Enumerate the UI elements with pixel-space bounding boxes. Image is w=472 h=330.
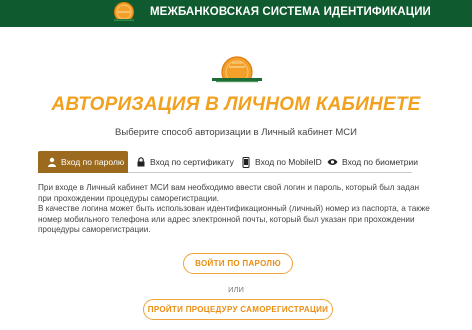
user-icon [47,157,57,168]
password-login-description: При входе в Личный кабинет МСИ вам необх… [38,183,434,236]
coin-sunrise-logo-icon [206,56,268,86]
eye-icon [327,157,338,168]
tab-mobileid-login[interactable]: Вход по MobileID [240,151,322,173]
tab-biometrics-login[interactable]: Вход по биометрии [327,151,418,173]
tab-label: Вход по сертификату [150,157,234,167]
top-header-bar: МЕЖБАНКОВСКАЯ СИСТЕМА ИДЕНТИФИКАЦИИ [0,0,472,27]
phone-icon [240,156,251,168]
tab-label: Вход по MobileID [255,157,322,167]
lock-icon [135,157,146,168]
description-paragraph: В качестве логина может быть использован… [38,204,430,235]
tab-label: Вход по биометрии [342,157,419,167]
auth-method-tabs: Вход по паролю Вход по сертификату Вход … [38,151,418,173]
coin-sunrise-logo-icon [112,2,136,24]
page-subtitle: Выберите способ авторизации в Личный каб… [115,127,357,138]
self-registration-button[interactable]: ПРОЙТИ ПРОЦЕДУРУ САМОРЕГИСТРАЦИИ [143,299,333,320]
tab-label: Вход по паролю [61,157,125,167]
login-by-password-button[interactable]: ВОЙТИ ПО ПАРОЛЮ [183,253,293,274]
page-title: АВТОРИЗАЦИЯ В ЛИЧНОМ КАБИНЕТЕ [51,94,421,115]
or-separator: ИЛИ [228,285,244,294]
tab-password-login[interactable]: Вход по паролю [38,151,128,173]
header-title: МЕЖБАНКОВСКАЯ СИСТЕМА ИДЕНТИФИКАЦИИ [150,6,431,18]
tab-certificate-login[interactable]: Вход по сертификату [135,151,234,173]
description-paragraph: При входе в Личный кабинет МСИ вам необх… [38,183,420,203]
